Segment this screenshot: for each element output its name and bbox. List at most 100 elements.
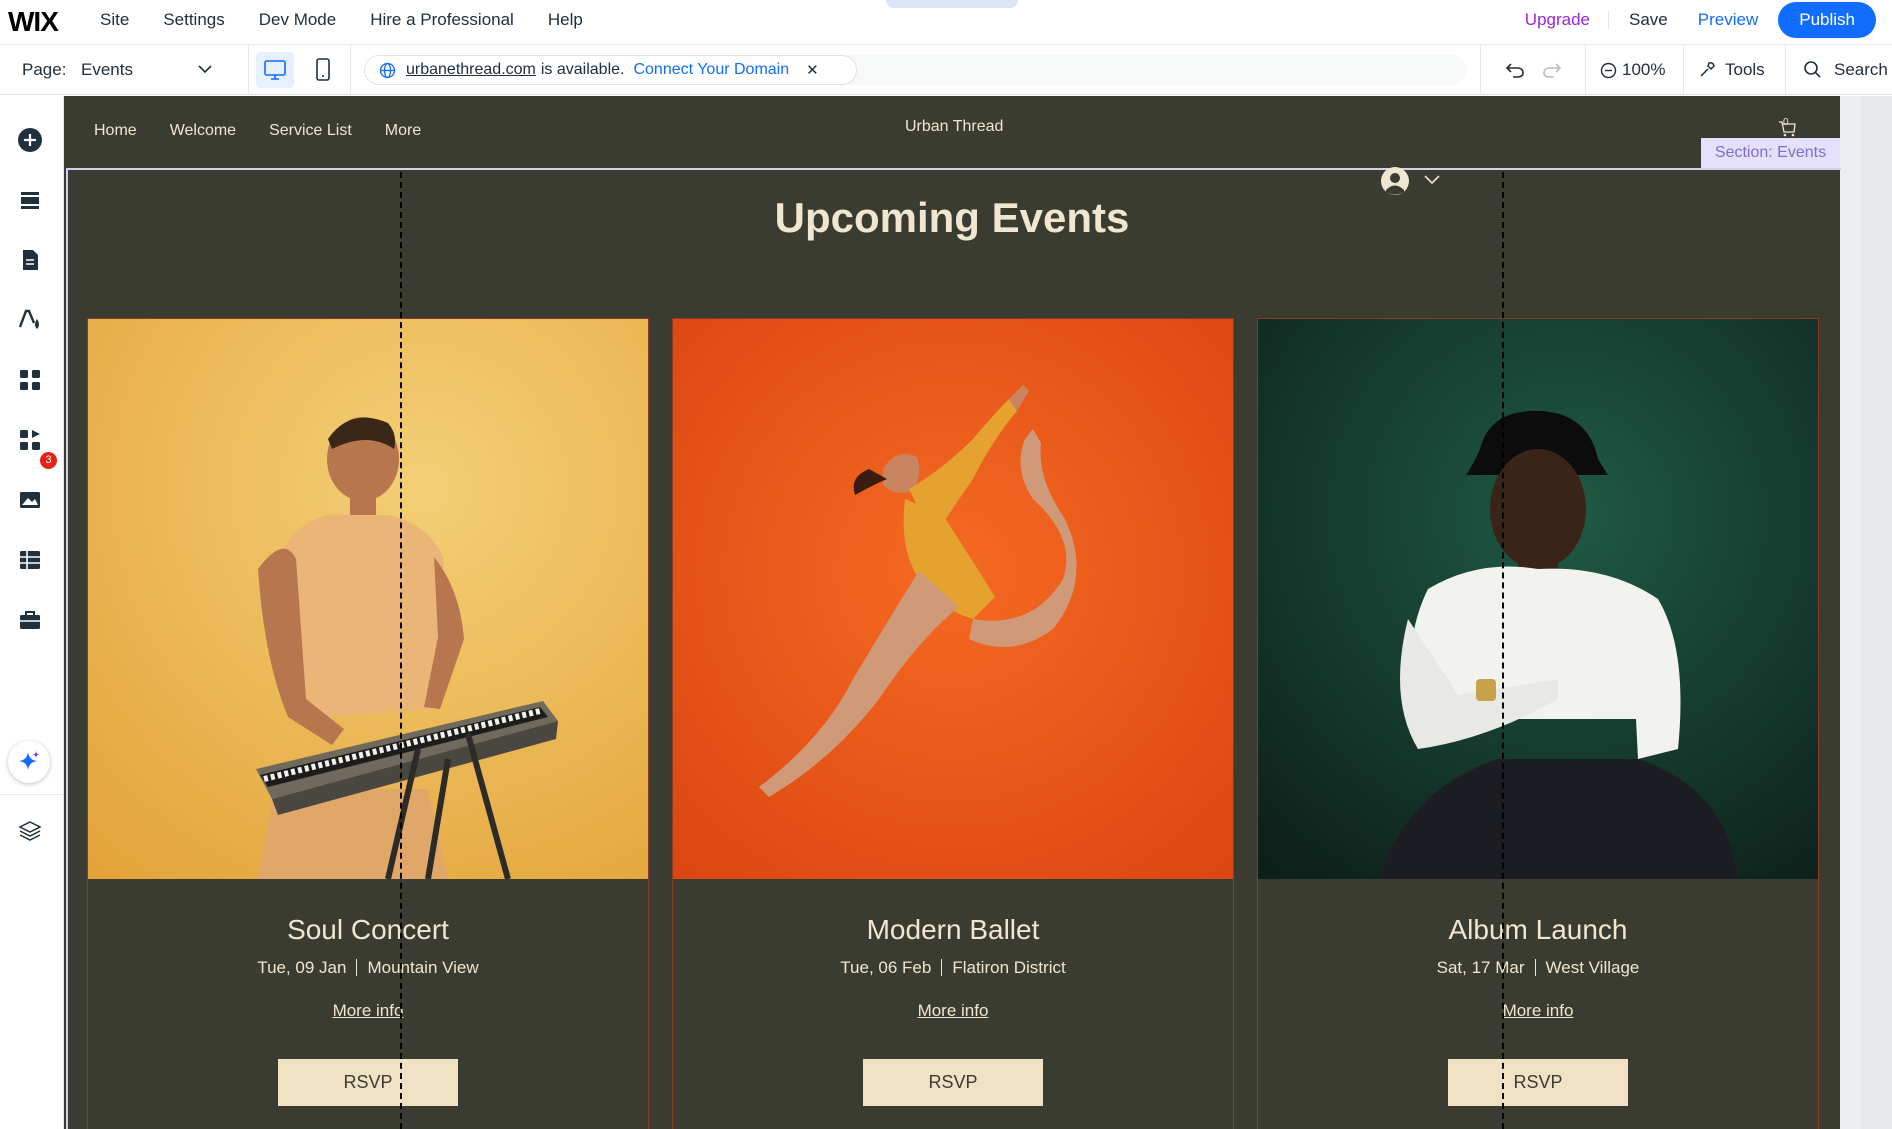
ai-assistant-button[interactable]: [8, 741, 50, 783]
sparkle-icon: [19, 751, 39, 770]
event-image-soul-concert[interactable]: [88, 319, 648, 879]
rsvp-button[interactable]: RSVP: [278, 1059, 458, 1106]
globe-icon: [379, 62, 396, 78]
event-location: West Village: [1545, 958, 1640, 977]
event-name[interactable]: Soul Concert: [88, 914, 648, 946]
close-icon[interactable]: ✕: [806, 61, 819, 79]
toolbar-divider: [350, 45, 351, 95]
nav-service-list[interactable]: Service List: [269, 122, 352, 140]
event-meta: Tue, 06 Feb Flatiron District: [673, 958, 1233, 978]
event-meta: Sat, 17 Mar West Village: [1258, 958, 1818, 978]
chevron-down-icon[interactable]: [198, 65, 212, 74]
nav-home[interactable]: Home: [94, 122, 137, 140]
canvas-right-gutter: [1840, 96, 1862, 1129]
event-date: Tue, 06 Feb: [840, 958, 932, 977]
event-card[interactable]: Modern Ballet Tue, 06 Feb Flatiron Distri…: [672, 318, 1234, 1129]
event-date: Tue, 09 Jan: [257, 958, 347, 977]
site-brand[interactable]: Urban Thread: [905, 118, 1003, 136]
portfolio-icon[interactable]: [17, 607, 43, 633]
event-name[interactable]: Album Launch: [1258, 914, 1818, 946]
menu-help[interactable]: Help: [548, 10, 583, 30]
event-name[interactable]: Modern Ballet: [673, 914, 1233, 946]
editor-toolbar: Page: Events urbanethread.com is availab…: [0, 45, 1892, 95]
event-image-album-launch[interactable]: [1258, 319, 1818, 879]
mobile-view-button[interactable]: [308, 52, 338, 88]
event-meta: Tue, 09 Jan Mountain View: [88, 958, 648, 978]
domain-name-link[interactable]: urbanethread.com: [406, 61, 536, 79]
more-info-link[interactable]: More info: [673, 1001, 1233, 1021]
more-info-link[interactable]: More info: [88, 1001, 648, 1021]
section-tag[interactable]: Section: Events: [1701, 138, 1840, 168]
nav-more[interactable]: More: [385, 122, 421, 140]
cms-icon[interactable]: [17, 547, 43, 573]
column-guide-right: [1502, 172, 1504, 1129]
mobile-icon: [316, 58, 330, 81]
business-apps-icon[interactable]: [17, 427, 43, 453]
search-button[interactable]: Search: [1834, 60, 1888, 80]
menu-site[interactable]: Site: [100, 10, 129, 30]
media-icon[interactable]: [17, 487, 43, 513]
meta-divider: [941, 959, 943, 976]
editor-left-sidebar: 3: [0, 96, 64, 1129]
event-card[interactable]: Soul Concert Tue, 09 Jan Mountain View Mo…: [87, 318, 649, 1129]
nav-welcome[interactable]: Welcome: [170, 122, 236, 140]
main-menu: Site Settings Dev Mode Hire a Profession…: [100, 0, 583, 40]
event-location: Mountain View: [367, 958, 479, 977]
toolbar-divider: [248, 45, 249, 95]
rsvp-button[interactable]: RSVP: [863, 1059, 1043, 1106]
preview-button[interactable]: Preview: [1688, 10, 1778, 30]
tools-icon[interactable]: [1698, 60, 1717, 79]
top-actions: Upgrade Save Preview Publish: [1507, 0, 1892, 40]
rsvp-button[interactable]: RSVP: [1448, 1059, 1628, 1106]
events-title[interactable]: Upcoming Events: [64, 194, 1840, 242]
sidebar-divider: [0, 794, 64, 795]
undo-icon[interactable]: [1505, 61, 1525, 79]
toolbar-divider: [1683, 45, 1684, 95]
layers-icon[interactable]: [17, 818, 43, 844]
save-button[interactable]: Save: [1609, 10, 1688, 30]
menu-settings[interactable]: Settings: [163, 10, 224, 30]
zoom-out-icon[interactable]: [1600, 62, 1617, 79]
zoom-level[interactable]: 100%: [1622, 60, 1665, 80]
site-nav: Home Welcome Service List More: [94, 122, 421, 140]
domain-available-text: is available.: [540, 61, 625, 78]
event-card[interactable]: Album Launch Sat, 17 Mar West Village Mor…: [1257, 318, 1819, 1129]
more-info-link[interactable]: More info: [1258, 1001, 1818, 1021]
add-elements-icon[interactable]: [17, 127, 43, 153]
site-header[interactable]: Home Welcome Service List More Urban Thr…: [64, 96, 1840, 168]
pages-icon[interactable]: [17, 247, 43, 273]
menu-hire-professional[interactable]: Hire a Professional: [370, 10, 514, 30]
event-location: Flatiron District: [952, 958, 1066, 977]
toolbar-divider: [1480, 45, 1481, 95]
page-label: Page:: [22, 60, 67, 79]
event-date: Sat, 17 Mar: [1436, 958, 1525, 977]
wix-editor: Home Welcome Service List More Urban Thr…: [0, 0, 1892, 1129]
toolbar-divider: [1585, 45, 1586, 95]
apps-icon[interactable]: [17, 367, 43, 393]
user-menu-chevron-icon[interactable]: [1424, 175, 1440, 185]
connect-domain-link[interactable]: Connect Your Domain: [633, 61, 789, 79]
wix-logo[interactable]: WIX: [8, 6, 59, 38]
meta-divider: [1534, 959, 1536, 976]
top-notch[interactable]: [886, 0, 1018, 8]
desktop-icon: [264, 60, 286, 80]
upgrade-link[interactable]: Upgrade: [1507, 10, 1610, 30]
tools-button[interactable]: Tools: [1725, 60, 1765, 80]
user-avatar-icon[interactable]: [1381, 167, 1409, 195]
domain-notice: urbanethread.com is available. Connect Y…: [364, 55, 857, 85]
search-icon[interactable]: [1803, 60, 1822, 79]
sections-icon[interactable]: [17, 187, 43, 213]
editor-top-bar: WIX Site Settings Dev Mode Hire a Profes…: [0, 0, 1892, 45]
design-icon[interactable]: [17, 307, 43, 333]
page-selector[interactable]: Events: [81, 60, 133, 80]
desktop-view-button[interactable]: [256, 52, 294, 88]
meta-divider: [356, 959, 358, 976]
cart-count: 0: [1783, 117, 1789, 128]
toolbar-divider: [1785, 45, 1786, 95]
event-image-modern-ballet[interactable]: [673, 319, 1233, 879]
menu-dev-mode[interactable]: Dev Mode: [259, 10, 336, 30]
column-guide-left: [400, 172, 402, 1129]
redo-icon[interactable]: [1542, 61, 1562, 79]
apps-notification-badge: 3: [40, 452, 57, 469]
publish-button[interactable]: Publish: [1778, 2, 1876, 38]
